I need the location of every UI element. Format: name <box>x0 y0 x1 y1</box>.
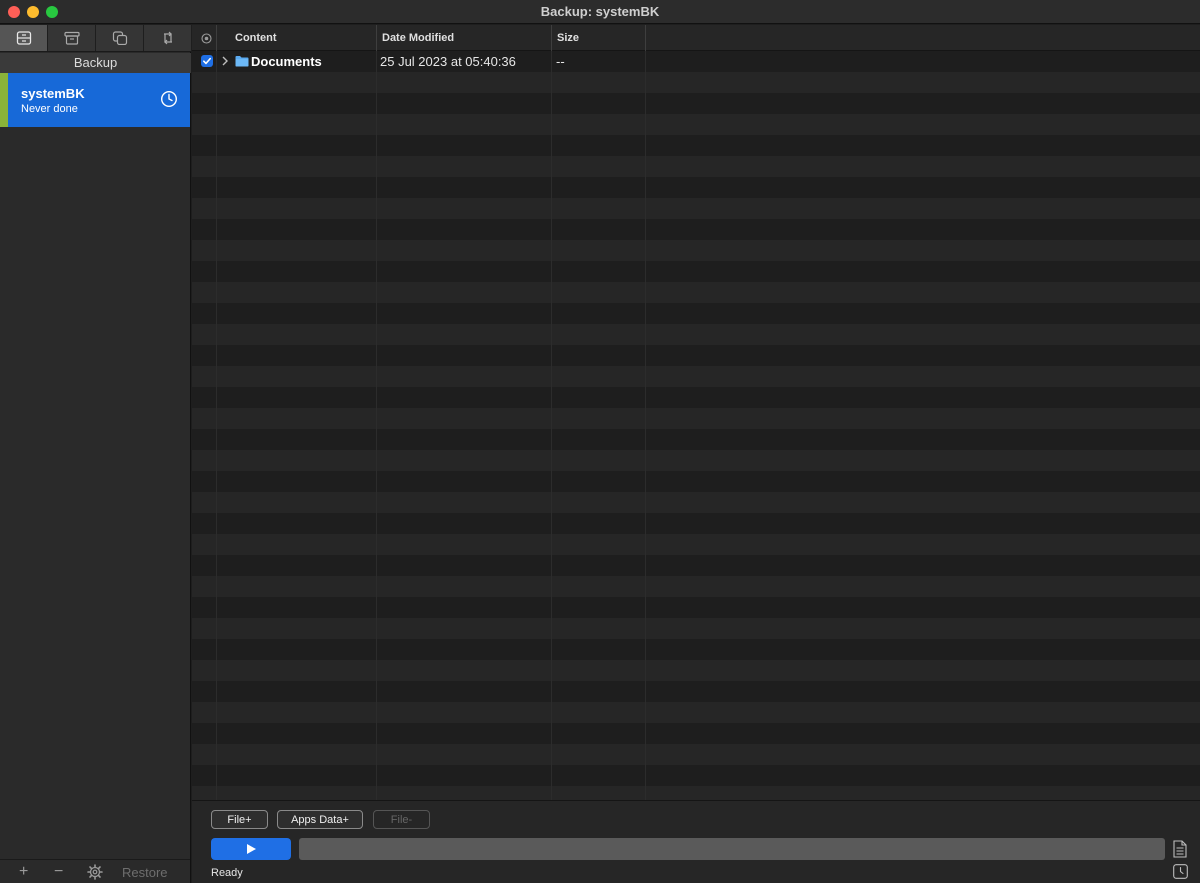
row-date-modified: 25 Jul 2023 at 05:40:36 <box>380 54 516 69</box>
column-divider <box>645 51 646 800</box>
add-file-button[interactable]: File+ <box>211 810 268 829</box>
column-size[interactable]: Size <box>557 32 579 44</box>
job-name: systemBK <box>21 86 85 101</box>
job-status-accent <box>0 73 8 127</box>
row-checkbox[interactable] <box>201 55 213 67</box>
file-list: Content Date Modified Size Documents 25 … <box>192 25 1200 800</box>
run-backup-button[interactable] <box>211 838 291 860</box>
row-size: -- <box>556 54 565 69</box>
column-divider <box>216 25 217 51</box>
column-divider <box>376 51 377 800</box>
mode-backup-button[interactable] <box>0 25 48 51</box>
table-header: Content Date Modified Size <box>192 25 1200 51</box>
action-panel: File+ Apps Data+ File- Ready <box>192 800 1200 883</box>
backup-drive-icon <box>16 31 31 45</box>
gear-icon[interactable] <box>87 864 103 880</box>
table-row[interactable]: Documents 25 Jul 2023 at 05:40:36 -- <box>192 51 1200 72</box>
column-divider <box>551 51 552 800</box>
column-content[interactable]: Content <box>235 32 277 44</box>
column-divider <box>216 51 217 800</box>
play-icon <box>247 844 256 854</box>
clock-icon[interactable] <box>160 90 178 108</box>
column-divider <box>376 25 377 51</box>
remove-file-button[interactable]: File- <box>373 810 430 829</box>
column-options-icon[interactable] <box>201 33 212 44</box>
sync-arrows-icon <box>163 31 172 45</box>
column-date-modified[interactable]: Date Modified <box>382 32 454 44</box>
title-bar: Backup: systemBK <box>0 0 1200 24</box>
table-body <box>192 51 1200 800</box>
mode-copy-button[interactable] <box>96 25 144 51</box>
job-status: Never done <box>21 103 78 115</box>
add-job-button[interactable]: + <box>19 863 28 881</box>
sidebar-toolbar: + − Restore <box>0 859 190 883</box>
row-name: Documents <box>251 54 322 69</box>
archive-box-icon <box>63 31 80 45</box>
sidebar: Backup systemBK Never done + − Restore <box>0 25 191 883</box>
document-icon[interactable] <box>1173 840 1187 858</box>
backup-job-item[interactable]: systemBK Never done <box>0 73 190 127</box>
mode-sync-button[interactable] <box>144 25 191 51</box>
checkmark-icon <box>203 57 211 65</box>
mode-archive-button[interactable] <box>48 25 96 51</box>
copy-squares-icon <box>112 31 127 45</box>
remove-job-button[interactable]: − <box>54 863 63 881</box>
column-divider <box>551 25 552 51</box>
folder-icon <box>235 56 249 67</box>
mode-selector <box>0 25 191 52</box>
restore-button[interactable]: Restore <box>122 865 168 880</box>
status-text: Ready <box>211 867 243 879</box>
add-apps-data-button[interactable]: Apps Data+ <box>277 810 363 829</box>
section-label: Backup <box>73 55 118 70</box>
column-divider <box>645 25 646 51</box>
disclosure-chevron-icon[interactable] <box>221 56 229 66</box>
schedule-icon[interactable] <box>1173 864 1188 879</box>
progress-bar <box>299 838 1165 860</box>
window-title: Backup: systemBK <box>540 4 660 19</box>
